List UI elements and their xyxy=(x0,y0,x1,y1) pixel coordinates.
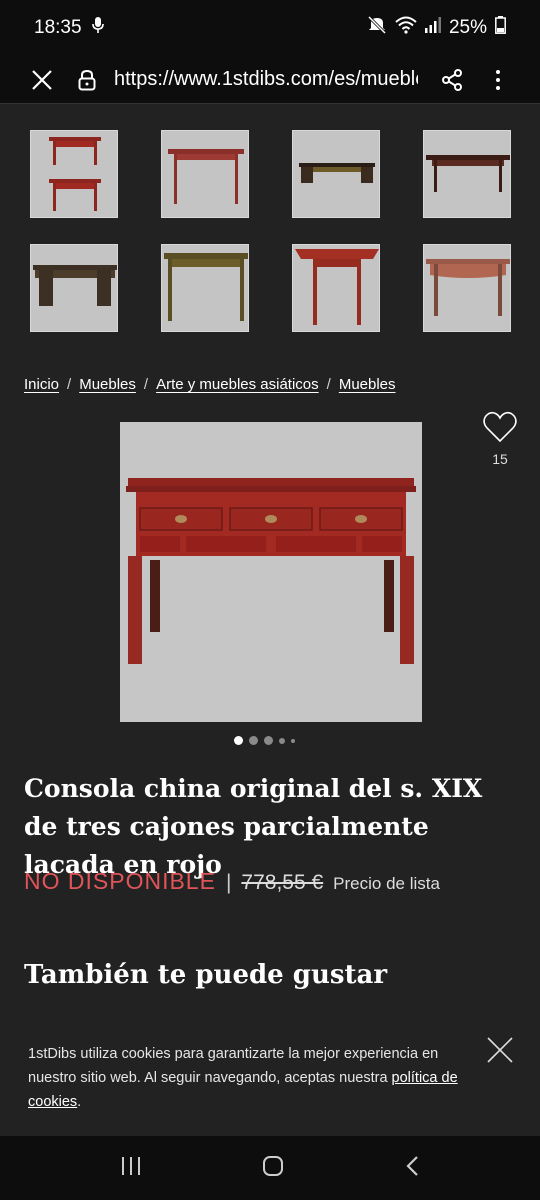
recent-apps-icon[interactable] xyxy=(120,1156,142,1181)
thumbnail-red-console-curved[interactable] xyxy=(423,244,511,332)
thumbnail-carved-altar-table[interactable] xyxy=(30,244,118,332)
browser-toolbar: https://www.1stdibs.com/es/muebles xyxy=(0,56,540,104)
thumbnail-altar-table-carved[interactable] xyxy=(292,130,380,218)
share-icon[interactable] xyxy=(440,68,464,92)
recommendations-heading: También te puede gustar xyxy=(24,960,388,990)
mute-icon xyxy=(367,15,387,40)
product-main-image[interactable] xyxy=(120,422,422,722)
breadcrumb-separator: / xyxy=(326,376,331,393)
carousel-dot[interactable] xyxy=(234,736,243,745)
system-navigation-bar xyxy=(0,1136,540,1200)
home-icon[interactable] xyxy=(262,1155,284,1182)
url-field[interactable]: https://www.1stdibs.com/es/muebles xyxy=(114,68,418,91)
close-icon[interactable] xyxy=(30,68,54,92)
more-options-icon[interactable] xyxy=(486,68,510,92)
back-icon[interactable] xyxy=(404,1155,420,1182)
carousel-pagination xyxy=(234,736,295,745)
battery-text: 25% xyxy=(448,17,487,38)
lock-icon[interactable] xyxy=(76,69,98,91)
breadcrumb-link-arte-asiatico[interactable]: Arte y muebles asiáticos xyxy=(156,376,319,393)
price-row: NO DISPONIBLE | 778,55 € Precio de lista xyxy=(24,868,440,895)
breadcrumb-link-muebles[interactable]: Muebles xyxy=(79,376,136,393)
thumbnail-long-altar-table[interactable] xyxy=(423,130,511,218)
carousel-dot[interactable] xyxy=(249,736,258,745)
breadcrumb-separator: / xyxy=(143,376,149,393)
wifi-icon xyxy=(395,16,417,40)
breadcrumb: Inicio / Muebles / Arte y muebles asiáti… xyxy=(24,376,396,393)
status-bar: 18:35 25% xyxy=(0,0,540,56)
battery-icon xyxy=(495,16,506,40)
cookie-text: 1stDibs utiliza cookies para garantizart… xyxy=(28,1042,468,1114)
availability-status: NO DISPONIBLE xyxy=(24,868,216,894)
cookie-close-icon[interactable] xyxy=(486,1036,514,1064)
price-divider: | xyxy=(225,871,232,894)
breadcrumb-link-inicio[interactable]: Inicio xyxy=(24,376,59,393)
signal-icon xyxy=(424,17,441,39)
heart-icon[interactable] xyxy=(482,411,518,448)
favorite-button[interactable]: 15 xyxy=(482,410,518,467)
thumbnail-olive-console-table[interactable] xyxy=(161,244,249,332)
breadcrumb-separator: / xyxy=(67,376,72,393)
status-time: 18:35 xyxy=(34,17,82,38)
thumbnail-red-console-table[interactable] xyxy=(161,130,249,218)
product-title: Consola china original del s. XIX de tre… xyxy=(24,774,483,879)
list-price: 778,55 € xyxy=(241,871,324,894)
thumbnail-red-altar-table-scroll[interactable] xyxy=(292,244,380,332)
carousel-dot[interactable] xyxy=(264,736,273,745)
carousel-dot[interactable] xyxy=(279,737,285,744)
breadcrumb-link-muebles-sub[interactable]: Muebles xyxy=(339,376,396,393)
list-price-label: Precio de lista xyxy=(333,874,440,893)
carousel-dot[interactable] xyxy=(291,738,295,743)
microphone-icon xyxy=(91,17,104,39)
cookie-banner: 1stDibs utiliza cookies para garantizart… xyxy=(0,1020,540,1136)
cookie-message: 1stDibs utiliza cookies para garantizart… xyxy=(28,1046,439,1086)
favorite-count: 15 xyxy=(492,451,508,467)
thumbnail-pair-console-tables[interactable] xyxy=(30,130,118,218)
cookie-suffix: . xyxy=(77,1094,82,1110)
